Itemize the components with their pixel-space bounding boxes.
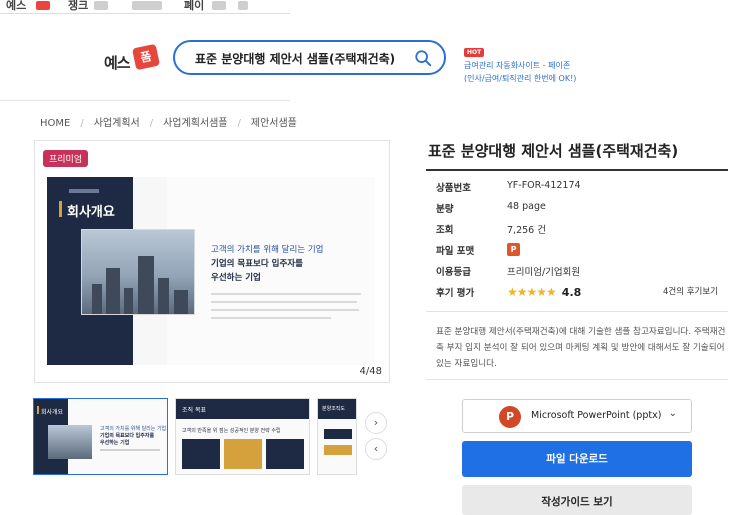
file-icon: [94, 1, 108, 10]
premium-badge: 프리미엄: [43, 150, 89, 167]
thumbnail[interactable]: 분양조직도: [317, 398, 357, 475]
slide-textline: [211, 301, 357, 303]
info-label: 파일 포맷: [436, 246, 475, 257]
info-row: 조회 7,256 건: [436, 222, 726, 243]
product-info: 상품번호 YF-FOR-412174 분량 48 page 조회 7,256 건…: [436, 180, 726, 306]
preview-slide: 회사개요 고객의 가치를 위해 달리는 기업 기업의 목표보다 입주자를 우선하…: [47, 177, 375, 365]
search-icon[interactable]: [414, 49, 432, 67]
info-label: 조회: [436, 225, 454, 236]
thumb-text: 고객의 가치를 위해 달리는 기업: [100, 426, 167, 432]
slide-textline: [211, 309, 359, 311]
rating-score: 4.8: [561, 286, 582, 299]
thumbnail[interactable]: 회사개요 고객의 가치를 위해 달리는 기업 기업의 목표보다 입주자를 우선하…: [33, 398, 168, 475]
thumb-card: [182, 439, 220, 469]
search-query: 표준 분양대행 제안서 샘플(주택재건축): [195, 52, 396, 66]
thumb-card: [224, 439, 262, 469]
logo-text: 예스: [104, 54, 131, 72]
info-label: 상품번호: [436, 183, 471, 194]
info-value: P: [507, 243, 520, 256]
guide-button[interactable]: 작성가이드 보기: [462, 485, 692, 515]
thumb-accent: [37, 406, 39, 414]
slide-body: [167, 177, 375, 365]
top-nav-strip: 예스 쟁크 폐이: [0, 0, 290, 15]
file-format-select[interactable]: P Microsoft PowerPoint (pptx) ⌄: [462, 399, 692, 433]
product-title: 표준 분양대행 제안서 샘플(주택재건축): [428, 142, 679, 160]
info-value: YF-FOR-412174: [507, 180, 581, 191]
breadcrumb-item[interactable]: 사업계획서샘플: [163, 118, 227, 129]
thumb-heading: 조직 목표: [182, 407, 206, 414]
hot-badge: HOT: [464, 48, 485, 57]
breadcrumb-item[interactable]: HOME: [40, 118, 70, 129]
file-icon: [132, 1, 162, 10]
slide-textline: [211, 293, 361, 295]
breadcrumb-item[interactable]: 제안서샘플: [251, 118, 297, 129]
header-divider: [0, 100, 290, 101]
slide-text: 우선하는 기업: [211, 273, 261, 283]
logo-tag: 폼: [131, 43, 161, 71]
thumb-image: [48, 425, 92, 459]
thumb-heading: 분양조직도: [322, 406, 346, 412]
info-row: 후기 평가 ★★★★★ 4.8 4건의 후기보기: [436, 285, 726, 306]
search-input[interactable]: 표준 분양대행 제안서 샘플(주택재건축): [173, 40, 446, 75]
rating-value: ★★★★★ 4.8: [507, 285, 581, 299]
page-counter: 4/48: [359, 366, 382, 377]
slide-text: 기업의 목표보다 입주자를: [211, 259, 303, 269]
thumb-next-button[interactable]: ›: [365, 412, 387, 434]
powerpoint-icon: P: [499, 406, 521, 428]
info-row: 분량 48 page: [436, 201, 726, 222]
section-divider: [426, 311, 728, 312]
site-logo[interactable]: 예스 폼: [104, 43, 162, 74]
slide-text: 고객의 가치를 위해 달리는 기업: [211, 245, 324, 255]
info-row: 이용등급 프리미엄/기업회원: [436, 264, 726, 285]
thumb-text: 고객의 만족을 위 점는 성공적인 분양 전략 수립: [182, 428, 281, 434]
top-nav-item[interactable]: 예스: [6, 0, 26, 13]
thumb-text: 기업의 목표보다 입주자를: [100, 433, 155, 439]
breadcrumb: HOME / 사업계획서 / 사업계획서샘플 / 제안서샘플: [40, 114, 297, 129]
chevron-down-icon: ⌄: [668, 408, 677, 419]
star-rating-icon: ★★★★★: [507, 285, 557, 299]
breadcrumb-item[interactable]: 사업계획서: [94, 118, 140, 129]
preview-frame[interactable]: 프리미엄 회사개요 고객의 가치를 위해 달리는 기업 기업의 목표보다 입주자…: [34, 140, 390, 383]
slide-heading: 회사개요: [67, 205, 115, 220]
promo-line: 급여관리 자동화사이트 - 페이존: [464, 61, 571, 70]
top-nav-item[interactable]: 폐이: [184, 0, 204, 13]
download-button[interactable]: 파일 다운로드: [462, 441, 692, 477]
file-format-value: Microsoft PowerPoint (pptx): [531, 410, 662, 421]
info-label: 이용등급: [436, 267, 471, 278]
slide-accent: [59, 201, 62, 217]
file-icon: [238, 1, 248, 10]
slide-decor: [69, 189, 99, 193]
top-nav-item[interactable]: 쟁크: [68, 0, 88, 13]
slide-textline: [211, 317, 331, 319]
building-image: [81, 229, 195, 315]
powerpoint-icon: P: [507, 243, 520, 256]
breadcrumb-separator: /: [80, 118, 84, 129]
info-label: 분량: [436, 204, 454, 215]
info-value: 프리미엄/기업회원: [507, 267, 581, 278]
thumb-card: [324, 445, 352, 455]
promo-banner[interactable]: HOT 급여관리 자동화사이트 - 페이존 (인사/급여/퇴직관리 한번에 OK…: [464, 39, 614, 84]
thumb-heading: 회사개요: [41, 409, 64, 416]
thumb-prev-button[interactable]: ‹: [365, 438, 387, 460]
thumb-card: [266, 439, 304, 469]
info-label: 후기 평가: [436, 288, 475, 299]
thumb-textline: [100, 449, 160, 451]
info-value: 7,256 건: [507, 225, 546, 236]
thumb-text: 우선하는 기업: [100, 440, 130, 446]
breadcrumb-separator: /: [237, 118, 241, 129]
section-divider: [426, 379, 728, 380]
reviews-link[interactable]: 4건의 후기보기: [663, 285, 718, 297]
file-icon: [212, 1, 226, 10]
title-divider: [426, 169, 728, 171]
top-nav-divider: [0, 13, 290, 14]
info-value: 48 page: [507, 201, 546, 212]
product-description: 표준 분양대행 제안서(주택재건축)에 대해 기술한 샘플 참고자료입니다. 주…: [436, 327, 726, 369]
info-row: 상품번호 YF-FOR-412174: [436, 180, 726, 201]
thumb-card: [324, 429, 352, 439]
thumbnail[interactable]: 조직 목표 고객의 만족을 위 점는 성공적인 분양 전략 수립: [175, 398, 310, 475]
logo-mark-icon: [36, 1, 50, 10]
promo-line: (인사/급여/퇴직관리 한번에 OK!): [464, 74, 577, 83]
breadcrumb-separator: /: [149, 118, 154, 129]
info-row: 파일 포맷 P: [436, 243, 726, 264]
